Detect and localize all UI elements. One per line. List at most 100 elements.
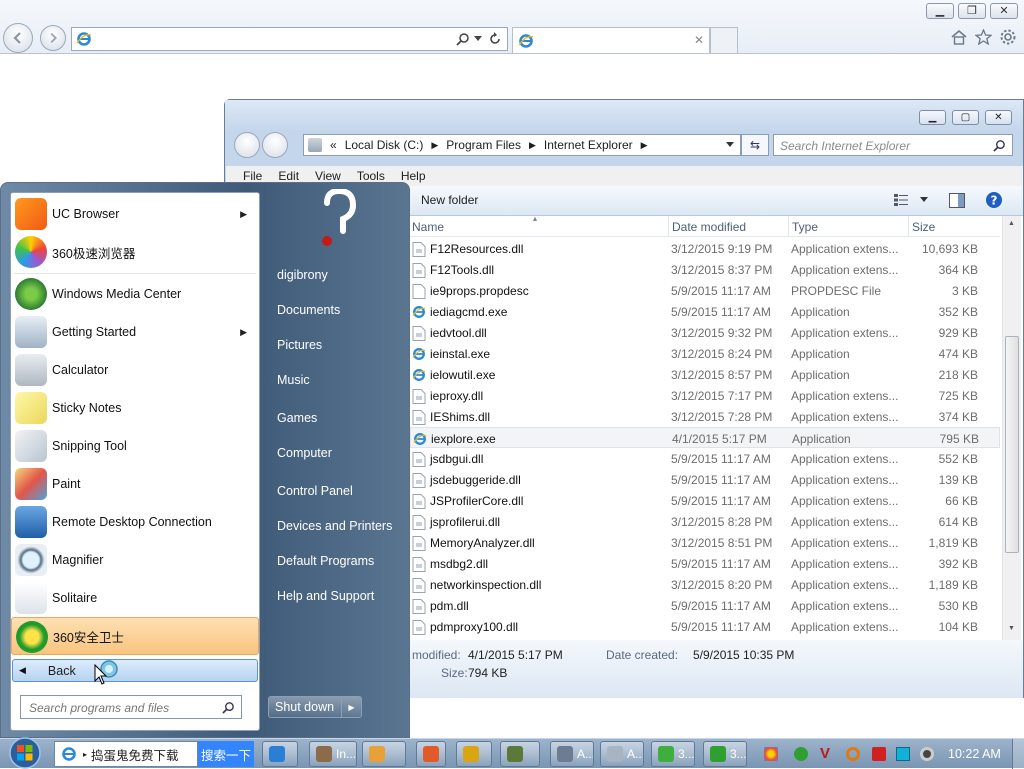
volume-tray-icon[interactable] <box>920 747 934 761</box>
program-item[interactable]: UC Browser ▶ <box>11 195 259 233</box>
search-icon[interactable] <box>456 32 470 46</box>
start-right-item[interactable]: Computer <box>277 446 332 460</box>
360-security-tray-icon[interactable] <box>794 747 808 761</box>
file-row[interactable]: jsprofilerui.dll 3/12/2015 8:28 PM Applica… <box>410 511 1000 532</box>
explorer-search-input[interactable]: Search Internet Explorer <box>773 134 1013 156</box>
shutdown-button[interactable]: Shut down ▶ <box>268 696 362 718</box>
file-row[interactable]: JSProfilerCore.dll 5/9/2015 11:17 AM Appli… <box>410 490 1000 511</box>
menu-help[interactable]: Help <box>401 169 426 183</box>
scroll-down-icon[interactable]: ▼ <box>1008 625 1015 632</box>
explorer-back-icon[interactable] <box>234 132 260 158</box>
file-row[interactable]: iedvtool.dll 3/12/2015 9:32 PM Application… <box>410 322 1000 343</box>
file-row[interactable]: pdm.dll 5/9/2015 11:17 AM Application exte… <box>410 595 1000 616</box>
file-row[interactable]: jsdbgui.dll 5/9/2015 11:17 AM Application … <box>410 448 1000 469</box>
file-row[interactable]: MemoryAnalyzer.dll 3/12/2015 8:51 PM Appli… <box>410 532 1000 553</box>
start-right-item[interactable]: Games <box>277 411 317 425</box>
tools-icon[interactable] <box>999 28 1017 46</box>
taskbar-button[interactable]: 3... <box>651 741 695 767</box>
360-browser-tray-icon[interactable] <box>764 747 778 761</box>
explorer-forward-icon[interactable] <box>262 132 288 158</box>
file-row[interactable]: ieinstal.exe 3/12/2015 8:24 PM Application… <box>410 343 1000 364</box>
file-row[interactable]: F12Resources.dll 3/12/2015 9:19 PM Applica… <box>410 238 1000 259</box>
scrollbar-thumb[interactable] <box>1005 336 1019 553</box>
taskbar-button[interactable] <box>362 741 406 767</box>
search-tray-icon[interactable] <box>846 747 860 761</box>
file-row[interactable]: IEShims.dll 3/12/2015 7:28 PM Application … <box>410 406 1000 427</box>
breadcrumb-internet-explorer[interactable]: Internet Explorer <box>544 138 633 152</box>
program-item[interactable]: Windows Media Center <box>11 275 259 313</box>
menu-tools[interactable]: Tools <box>357 169 385 183</box>
refresh-icon[interactable] <box>488 32 502 46</box>
program-item[interactable]: Solitaire <box>11 579 259 617</box>
baidu-search-box[interactable]: ▸ 捣蛋鬼免费下载 <box>54 741 198 767</box>
file-row[interactable]: ie9props.propdesc 5/9/2015 11:17 AM PROPDE… <box>410 280 1000 301</box>
breadcrumb[interactable]: « Local Disk (C:) ▶ Program Files ▶ Inte… <box>303 134 741 156</box>
minimize-button[interactable]: ▁ <box>926 3 954 19</box>
file-row[interactable]: msdbg2.dll 5/9/2015 11:17 AM Application e… <box>410 553 1000 574</box>
flag-tray-icon[interactable] <box>872 747 886 761</box>
user-picture-icon[interactable] <box>313 189 361 249</box>
taskbar-button[interactable]: A... <box>550 741 594 767</box>
antivirus-tray-icon[interactable]: V <box>818 746 832 761</box>
program-item[interactable]: Paint <box>11 465 259 503</box>
program-item[interactable]: Snipping Tool <box>11 427 259 465</box>
close-tab-icon[interactable]: ✕ <box>694 33 704 47</box>
start-right-item[interactable]: Help and Support <box>277 589 374 603</box>
column-name[interactable]: Name <box>412 220 444 234</box>
program-item[interactable]: 360极速浏览器 <box>11 233 259 271</box>
restore-button[interactable]: ❐ <box>958 3 986 19</box>
file-row[interactable]: ieproxy.dll 3/12/2015 7:17 PM Application … <box>410 385 1000 406</box>
taskbar-button[interactable]: A... <box>600 741 644 767</box>
home-icon[interactable] <box>950 29 968 45</box>
dropdown-icon[interactable] <box>474 36 482 42</box>
back-button[interactable]: ◀ Back <box>12 659 258 682</box>
show-desktop-button[interactable] <box>1012 739 1024 769</box>
preview-pane-icon[interactable] <box>949 193 965 208</box>
breadcrumb-dropdown-icon[interactable] <box>726 142 734 148</box>
program-item[interactable]: Sticky Notes <box>11 389 259 427</box>
explorer-refresh-icon[interactable]: ⇆ <box>741 134 769 156</box>
column-date-modified[interactable]: Date modified <box>672 220 746 234</box>
column-type[interactable]: Type <box>792 220 818 234</box>
new-folder-button[interactable]: New folder <box>421 193 478 207</box>
column-size[interactable]: Size <box>912 220 935 234</box>
program-item[interactable]: Getting Started ▶ <box>11 313 259 351</box>
breadcrumb-local-disk[interactable]: Local Disk (C:) <box>345 138 424 152</box>
explorer-minimize-button[interactable]: ▁ <box>919 110 946 125</box>
start-right-item[interactable]: Control Panel <box>277 484 353 498</box>
file-row[interactable]: iexplore.exe 4/1/2015 5:17 PM Application 7… <box>410 427 1000 448</box>
start-right-item[interactable]: Devices and Printers <box>277 519 392 533</box>
start-right-item[interactable]: Default Programs <box>277 554 374 568</box>
explorer-close-button[interactable]: ✕ <box>985 110 1012 125</box>
file-row[interactable]: F12Tools.dll 3/12/2015 8:37 PM Application… <box>410 259 1000 280</box>
program-item[interactable]: Remote Desktop Connection <box>11 503 259 541</box>
display-tray-icon[interactable] <box>896 747 910 761</box>
view-options-icon[interactable] <box>894 194 910 206</box>
start-button[interactable] <box>4 737 46 769</box>
back-icon[interactable] <box>3 23 33 53</box>
taskbar-button[interactable] <box>262 741 298 767</box>
start-right-item[interactable]: Music <box>277 373 310 387</box>
menu-file[interactable]: File <box>243 169 262 183</box>
start-search-input[interactable]: Search programs and files <box>20 695 242 719</box>
clock[interactable]: 10:22 AM <box>948 747 1001 761</box>
close-button[interactable]: ✕ <box>990 3 1018 19</box>
program-item[interactable]: Calculator <box>11 351 259 389</box>
view-dropdown-icon[interactable] <box>920 197 928 203</box>
breadcrumb-program-files[interactable]: Program Files <box>446 138 521 152</box>
menu-edit[interactable]: Edit <box>278 169 299 183</box>
program-item[interactable]: 360安全卫士 <box>11 617 259 655</box>
taskbar-button[interactable] <box>416 741 446 767</box>
new-tab-button[interactable] <box>710 27 738 53</box>
start-right-item[interactable]: digibrony <box>277 268 328 282</box>
taskbar-button[interactable]: 3... <box>703 741 747 767</box>
start-right-item[interactable]: Pictures <box>277 338 322 352</box>
taskbar-button[interactable]: In... <box>309 741 357 767</box>
favorites-icon[interactable] <box>975 29 992 45</box>
breadcrumb-overflow[interactable]: « <box>330 138 337 152</box>
start-right-item[interactable]: Documents <box>277 303 340 317</box>
address-bar[interactable] <box>71 27 508 51</box>
browser-tab[interactable]: ✕ <box>512 27 710 53</box>
program-item[interactable]: Magnifier <box>11 541 259 579</box>
vertical-scrollbar[interactable]: ▲ ▼ <box>1002 216 1021 640</box>
